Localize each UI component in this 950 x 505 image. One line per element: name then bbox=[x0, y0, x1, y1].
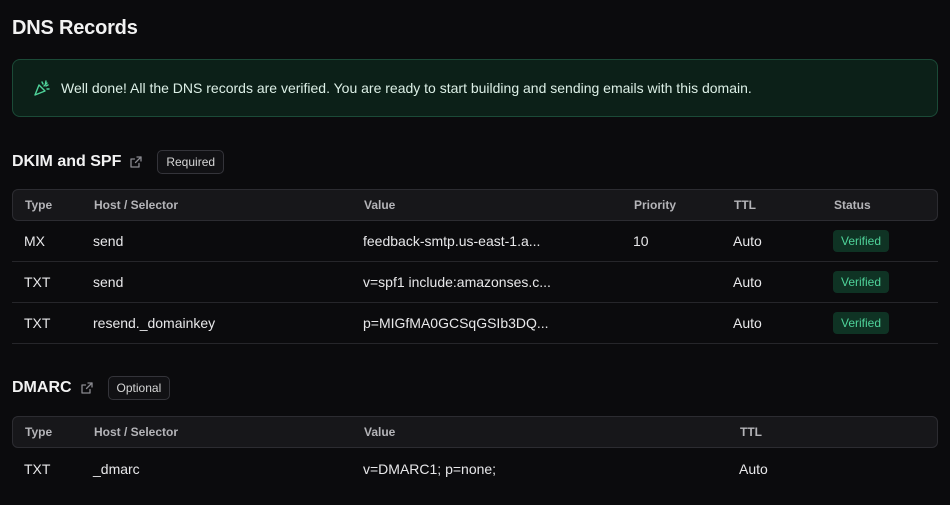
dmarc-table: Type Host / Selector Value TTL TXT _dmar… bbox=[12, 416, 938, 489]
header-type: Type bbox=[25, 425, 53, 439]
required-tag: Required bbox=[157, 150, 225, 174]
header-host: Host / Selector bbox=[94, 198, 179, 212]
header-ttl: TTL bbox=[740, 425, 762, 439]
table-header: Type Host / Selector Value Priority TTL … bbox=[12, 189, 938, 221]
record-host[interactable]: send bbox=[93, 233, 123, 249]
party-popper-icon bbox=[33, 79, 51, 97]
table-header: Type Host / Selector Value TTL bbox=[12, 416, 938, 448]
table-row: TXT resend._domainkey p=MIGfMA0GCSqGSIb3… bbox=[12, 303, 938, 344]
record-host[interactable]: _dmarc bbox=[93, 461, 140, 477]
record-value[interactable]: feedback-smtp.us-east-1.a... bbox=[363, 233, 540, 249]
record-type: TXT bbox=[24, 460, 51, 477]
dmarc-section-header: DMARC Optional bbox=[12, 376, 171, 400]
record-type: TXT bbox=[24, 274, 51, 290]
header-priority: Priority bbox=[634, 198, 677, 212]
record-value[interactable]: v=spf1 include:amazonses.c... bbox=[363, 274, 551, 290]
status-badge: Verified bbox=[833, 312, 890, 334]
dns-records-page: DNS Records Well done! All the DNS recor… bbox=[0, 0, 950, 505]
table-row: MX send feedback-smtp.us-east-1.a... 10 … bbox=[12, 221, 938, 262]
record-value[interactable]: p=MIGfMA0GCSqGSIb3DQ... bbox=[363, 315, 549, 331]
header-value: Value bbox=[364, 198, 396, 212]
record-value[interactable]: v=DMARC1; p=none; bbox=[363, 461, 496, 477]
dkim-table: Type Host / Selector Value Priority TTL … bbox=[12, 189, 938, 344]
optional-tag: Optional bbox=[107, 376, 171, 400]
external-link-icon[interactable] bbox=[129, 155, 143, 169]
status-badge: Verified bbox=[833, 230, 890, 252]
header-value: Value bbox=[364, 425, 396, 439]
page-title: DNS Records bbox=[12, 17, 138, 39]
dkim-section-title: DKIM and SPF bbox=[12, 153, 122, 170]
record-host[interactable]: send bbox=[93, 274, 123, 290]
success-banner-text: Well done! All the DNS records are verif… bbox=[61, 80, 752, 96]
header-status: Status bbox=[834, 198, 871, 212]
record-ttl: Auto bbox=[733, 315, 762, 331]
success-banner: Well done! All the DNS records are verif… bbox=[12, 59, 938, 117]
header-type: Type bbox=[25, 198, 53, 212]
record-ttl: Auto bbox=[733, 274, 762, 290]
header-host: Host / Selector bbox=[94, 425, 179, 439]
record-type: MX bbox=[24, 233, 45, 249]
table-row: TXT send v=spf1 include:amazonses.c... A… bbox=[12, 262, 938, 303]
record-ttl: Auto bbox=[739, 460, 768, 477]
dmarc-section-title: DMARC bbox=[12, 379, 72, 396]
external-link-icon[interactable] bbox=[80, 381, 94, 395]
record-type: TXT bbox=[24, 315, 51, 331]
table-row: TXT _dmarc v=DMARC1; p=none; Auto bbox=[12, 448, 938, 489]
status-badge: Verified bbox=[833, 271, 890, 293]
record-ttl: Auto bbox=[733, 233, 762, 249]
record-priority: 10 bbox=[633, 233, 649, 249]
header-ttl: TTL bbox=[734, 198, 756, 212]
record-host[interactable]: resend._domainkey bbox=[93, 315, 215, 331]
dkim-section-header: DKIM and SPF Required bbox=[12, 150, 225, 174]
